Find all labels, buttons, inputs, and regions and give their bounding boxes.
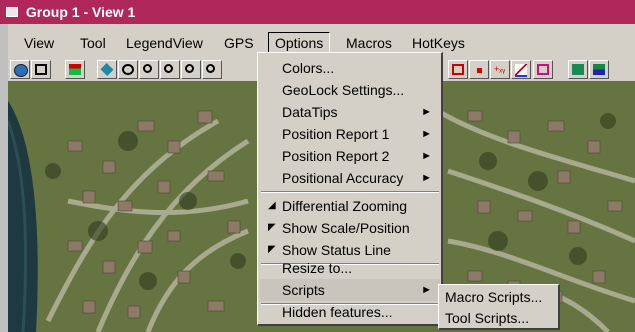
submenu-arrow-icon: ► (421, 150, 432, 162)
menu-item-resize-to[interactable]: Resize to... (260, 257, 440, 279)
menu-item-label: DataTips (282, 104, 338, 120)
menu-legendview[interactable]: LegendView (120, 33, 209, 53)
menu-item-label: GeoLock Settings... (282, 82, 405, 98)
diamond-icon[interactable] (97, 60, 117, 79)
menu-item-datatips[interactable]: DataTips ► (260, 101, 440, 123)
menu-options[interactable]: Options (268, 32, 331, 54)
menu-separator (261, 191, 439, 193)
menu-item-label: Colors... (282, 60, 335, 76)
window-menu-icon[interactable] (6, 7, 18, 18)
menu-item-position-report-1[interactable]: Position Report 1 ► (260, 123, 440, 145)
menu-item-differential-zooming[interactable]: ◢ Differential Zooming (260, 195, 440, 217)
select-icon[interactable] (533, 60, 553, 79)
submenu-arrow-icon: ► (421, 106, 432, 118)
menu-item-scripts[interactable]: Scripts ► (260, 279, 440, 301)
menu-tool[interactable]: Tool (74, 33, 112, 53)
menu-hotkeys[interactable]: HotKeys (406, 33, 471, 53)
menu-view[interactable]: View (18, 33, 60, 53)
zoom-extent-icon[interactable] (202, 60, 222, 79)
menu-item-label: Positional Accuracy (282, 170, 404, 186)
menu-item-show-scale-position[interactable]: ◤ Show Scale/Position (260, 217, 440, 239)
chart-icon[interactable] (511, 60, 531, 79)
layer-icon[interactable] (448, 60, 468, 79)
options-menu: Colors... GeoLock Settings... DataTips ►… (257, 52, 443, 326)
menu-item-geolock-settings[interactable]: GeoLock Settings... (260, 79, 440, 101)
menu-item-macro-scripts[interactable]: Macro Scripts... (445, 287, 542, 307)
checkmark-icon: ◤ (268, 222, 276, 233)
zoom-out-icon[interactable] (160, 60, 180, 79)
zoom-in-icon[interactable] (139, 60, 159, 79)
window-border (0, 24, 8, 332)
menu-item-tool-scripts[interactable]: Tool Scripts... (445, 308, 529, 328)
window-titlebar[interactable]: Group 1 - View 1 (0, 0, 635, 24)
add-layer-icon[interactable] (65, 60, 85, 79)
menu-item-positional-accuracy[interactable]: Positional Accuracy ► (260, 167, 440, 189)
map-icon[interactable] (568, 60, 588, 79)
window-title: Group 1 - View 1 (25, 4, 136, 20)
menu-item-label: Scripts (282, 282, 325, 298)
globe-icon[interactable] (10, 60, 30, 79)
menu-item-label: Position Report 1 (282, 126, 390, 142)
menu-item-position-report-2[interactable]: Position Report 2 ► (260, 145, 440, 167)
scripts-submenu: Macro Scripts... Tool Scripts... (438, 284, 560, 330)
submenu-arrow-icon: ► (421, 284, 432, 296)
menu-macros[interactable]: Macros (340, 33, 398, 53)
point-icon[interactable] (469, 60, 489, 79)
menu-item-label: Differential Zooming (282, 198, 408, 214)
submenu-arrow-icon: ► (421, 172, 432, 184)
zoom-icon[interactable] (181, 60, 201, 79)
image-icon[interactable] (589, 60, 609, 79)
submenu-arrow-icon: ► (421, 128, 432, 140)
menu-gps[interactable]: GPS (218, 33, 260, 53)
pan-icon[interactable] (118, 60, 138, 79)
menu-item-colors[interactable]: Colors... (260, 57, 440, 79)
menu-item-label: Position Report 2 (282, 148, 390, 164)
square-icon[interactable] (31, 60, 51, 79)
menu-item-hidden-features[interactable]: Hidden features... (260, 301, 440, 323)
menu-item-label: Hidden features... (282, 304, 393, 320)
text-icon[interactable]: +ₓᵧ (490, 60, 510, 79)
menu-item-label: Resize to... (282, 260, 353, 276)
checkmark-icon: ◢ (268, 200, 276, 211)
menu-item-label: Show Scale/Position (282, 220, 410, 236)
